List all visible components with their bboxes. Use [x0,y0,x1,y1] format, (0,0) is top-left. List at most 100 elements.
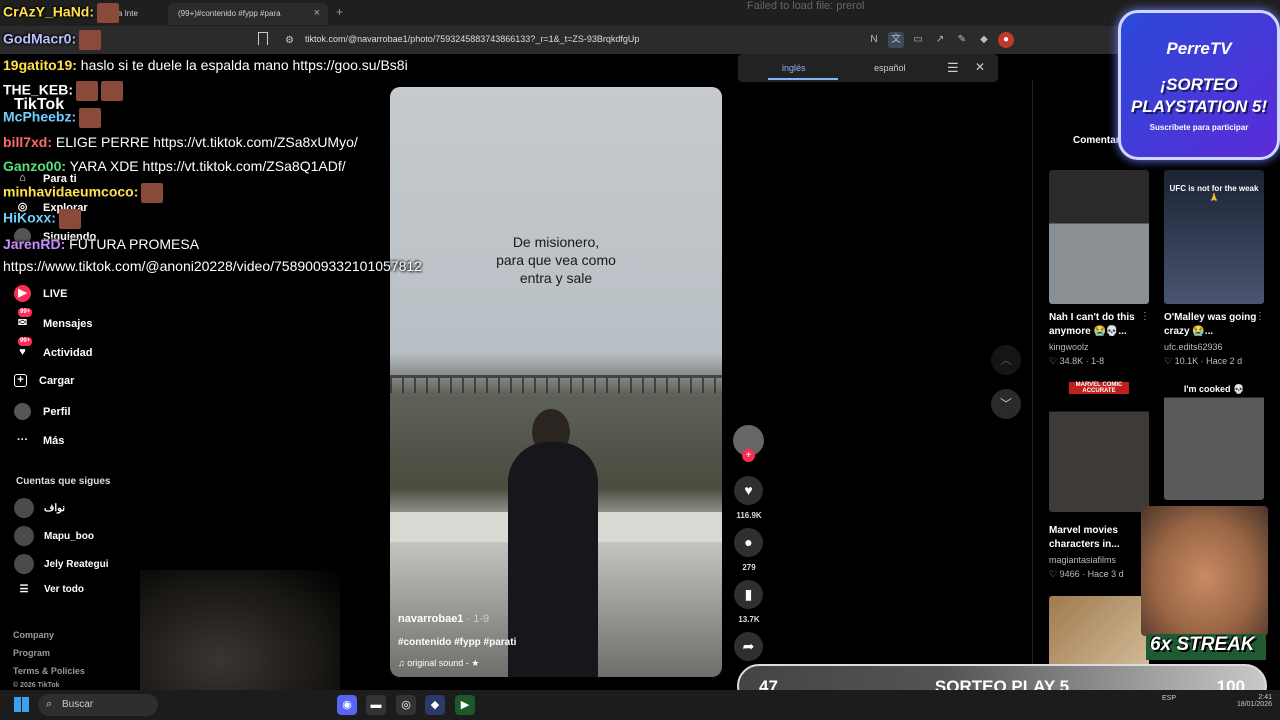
nav-label: Más [43,434,65,447]
vscode-app-icon[interactable]: ◆ [425,695,445,715]
shield-icon[interactable]: ◆ [976,32,992,48]
clock[interactable]: 2:41 18/01/2026 [1222,694,1272,708]
video-meta: ♡ 34.8K · 1-8 [1049,356,1105,366]
following-account[interactable]: Jely Reategui [14,554,108,574]
share-button[interactable]: ➦ [734,632,763,661]
video-title[interactable]: O'Malley was going crazy 😭... [1164,311,1269,339]
error-text: Failed to load file: prerol [747,0,865,12]
time: 2:41 [1258,694,1272,701]
video-thumbnail[interactable]: MARVEL COMIC ACCURATE [1049,378,1149,512]
list-icon: ☰ [19,584,29,595]
video-tags[interactable]: #contenido #fypp #parati [398,637,516,648]
chat-user: bill7xd: [3,134,53,150]
nav-label: Actividad [43,346,93,359]
chat-message: THE_KEB: [3,81,124,101]
following-section-title: Cuentas que sigues [16,476,111,487]
video-thumbnail[interactable]: UFC is not for the weak 🙏 [1164,170,1264,304]
video-author[interactable]: magiantasiafilms [1049,555,1116,565]
taskbar-search[interactable]: ⌕ Buscar [38,694,158,716]
save-button[interactable]: ▮ [734,580,763,609]
windows-start-icon[interactable] [14,697,29,712]
edit-icon[interactable]: ✎ [954,32,970,48]
avatar [14,498,34,518]
avatar [14,526,34,546]
comment-button[interactable]: ● [734,528,763,557]
chat-message: GodMacr0: [3,30,102,50]
video-title[interactable]: Marvel movies characters in... [1049,524,1154,552]
caption-line: De misionero, [512,234,600,250]
cast-icon[interactable]: ▭ [910,32,926,48]
bridge-image [390,375,722,393]
video-author[interactable]: kingwoolz [1049,342,1089,352]
see-all-link[interactable]: ☰ Ver todo [14,584,85,595]
menu-icon[interactable]: ☰ [947,60,959,76]
emote-icon [79,30,102,50]
music-note-icon: ♫ [398,658,408,668]
next-video-button[interactable]: ﹀ [991,389,1021,419]
following-account[interactable]: نواف [14,498,65,518]
taskbar: ⌕ Buscar ◉ ▬ ◎ ◆ ▶ ESP 2:41 18/01/2026 [0,690,1280,720]
chat-message: JarenRD: FUTURA PROMESA [3,236,199,252]
play-app-icon[interactable]: ▶ [455,695,475,715]
nav-live[interactable]: ▶ LIVE [14,285,67,302]
nav-profile[interactable]: Perfil [14,403,71,420]
emote-icon [58,209,81,229]
profile-icon [14,403,31,420]
see-all-label: Ver todo [44,584,85,595]
tab-bar: de la Inte (99+)#contenido #fypp #para ×… [0,0,1280,26]
streak-label: 6x STREAK [1150,634,1255,655]
video-author[interactable]: navarrobae1 · 1-9 [398,613,489,625]
video-author[interactable]: ufc.edits62936 [1164,342,1223,352]
new-tab-button[interactable]: + [336,5,343,19]
extension-icon[interactable]: ● [998,32,1014,48]
footer-company[interactable]: Company [13,630,54,640]
date: 18/01/2026 [1236,701,1272,708]
previous-video-button[interactable]: ︿ [991,345,1021,375]
language-indicator[interactable]: ESP [1162,695,1176,702]
footer-program[interactable]: Program [13,648,50,658]
video-sound[interactable]: ♫ original sound - ★ [398,658,479,669]
lang-english-tab[interactable]: inglés [782,63,806,73]
discord-app-icon[interactable]: ◉ [337,695,357,715]
nav-activity[interactable]: ♥ Actividad [14,337,93,361]
video-thumbnail[interactable] [1049,170,1149,304]
chat-text: https://www.tiktok.com/@anoni20228/video… [3,258,422,274]
video-thumbnail[interactable]: I'm cooked 💀 [1164,378,1264,500]
comment-count: 279 [742,563,756,572]
url-field[interactable]: tiktok.com/@navarrobae1/photo/7593245883… [305,34,639,44]
chat-message: bill7xd: ELIGE PERRE https://vt.tiktok.c… [3,134,358,150]
close-tab-icon[interactable]: × [314,7,320,19]
nav-more[interactable]: ··· Más [14,432,64,449]
following-account[interactable]: Mapu_boo [14,526,94,546]
follow-button[interactable]: + [742,449,755,462]
chat-text: FUTURA PROMESA [65,236,200,252]
site-info-icon[interactable]: ⚙ [285,35,294,46]
bookmark-icon[interactable] [258,32,268,45]
more-icon[interactable]: ⋮ [1140,311,1150,322]
like-button[interactable]: ♥ [734,476,763,505]
tab-active[interactable]: (99+)#contenido #fypp #para × [168,3,328,25]
close-icon[interactable]: ✕ [975,60,985,74]
more-icon[interactable]: ⋮ [1255,311,1265,322]
account-name: Mapu_boo [44,530,94,542]
footer-terms[interactable]: Terms & Policies [13,666,85,676]
record-app-icon[interactable]: ◎ [396,695,416,715]
lang-spanish-tab[interactable]: español [874,63,906,73]
chat-text: haslo si te duele la espalda mano https:… [76,57,408,73]
tracking-icon[interactable]: N [866,32,882,48]
toolbar-icons: N 文 ▭ ↗ ✎ ◆ ● [866,32,1014,48]
share-icon[interactable]: ↗ [932,32,948,48]
translate-popup: inglés español ☰ ✕ [738,54,998,82]
terminal-app-icon[interactable]: ▬ [366,695,386,715]
nav-messages[interactable]: ✉ Mensajes [14,308,93,332]
nav-label: Mensajes [43,317,93,330]
video-title[interactable]: Nah I can't do this anymore 😭💀... [1049,311,1154,339]
author-name: navarrobae1 [398,613,464,625]
emote-icon [79,108,102,128]
nav-label: Cargar [39,374,75,387]
video-player[interactable]: De misionero, para que vea como entra y … [390,87,722,677]
nav-upload[interactable]: + Cargar [14,374,74,387]
account-name: نواف [44,502,66,514]
video-meta: ♡ 9466 · Hace 3 d [1049,569,1124,579]
translate-icon[interactable]: 文 [888,32,904,48]
